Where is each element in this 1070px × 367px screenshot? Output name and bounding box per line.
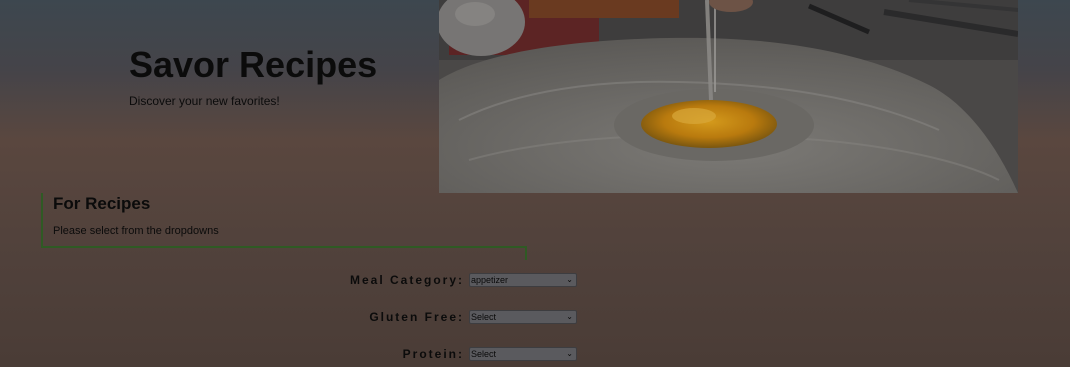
hero-text: Savor Recipes Discover your new favorite…	[129, 44, 429, 108]
meal-category-label: Meal Category:	[349, 273, 464, 287]
recipes-heading: For Recipes	[53, 194, 151, 213]
hero-photo	[439, 0, 1018, 193]
meal-category-value: appetizer	[471, 275, 509, 285]
chevron-down-icon: ⌄	[566, 275, 573, 284]
flour-and-egg-photo-icon	[439, 0, 1018, 193]
chevron-down-icon: ⌄	[566, 349, 573, 358]
meal-category-row: Meal Category: appetizer ⌄	[250, 273, 580, 289]
protein-select[interactable]: Select ⌄	[469, 347, 577, 361]
protein-value: Select	[471, 349, 497, 359]
gluten-free-value: Select	[471, 312, 497, 322]
protein-label: Protein:	[402, 347, 464, 361]
site-tagline: Discover your new favorites!	[129, 94, 280, 108]
recipes-section: For Recipes Please select from the dropd…	[41, 193, 527, 260]
recipes-hint: Please select from the dropdowns	[53, 225, 219, 237]
meal-category-select[interactable]: appetizer ⌄	[469, 273, 577, 287]
gluten-free-row: Gluten Free: Select ⌄	[250, 310, 580, 326]
gluten-free-select[interactable]: Select ⌄	[469, 310, 577, 324]
site-title: Savor Recipes	[129, 44, 378, 85]
gluten-free-label: Gluten Free:	[369, 310, 464, 324]
chevron-down-icon: ⌄	[566, 312, 573, 321]
protein-row: Protein: Select ⌄	[250, 347, 580, 363]
